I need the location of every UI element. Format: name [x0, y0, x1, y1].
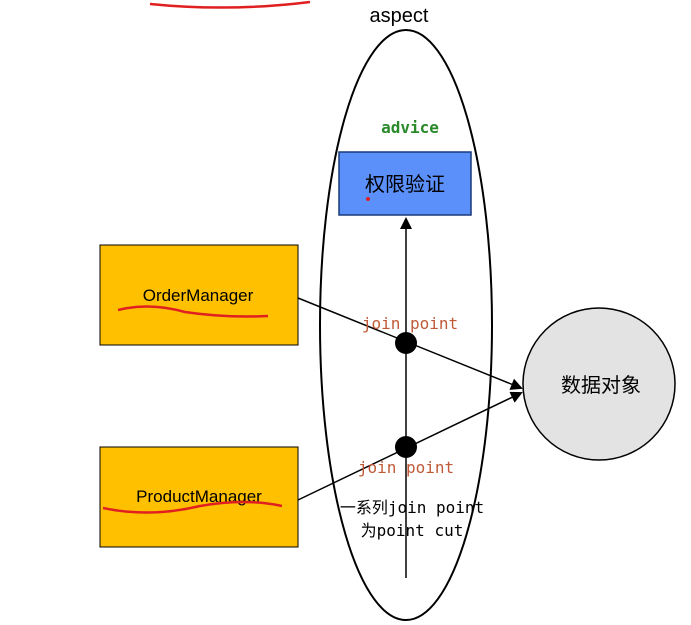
- aspect-label: aspect: [370, 5, 429, 27]
- advice-label: advice: [381, 118, 439, 137]
- top-red-scribble: [149, 0, 311, 9]
- join-point-bottom-label: join point: [358, 458, 454, 477]
- join-point-top-dot: [395, 332, 417, 354]
- order-manager-label: OrderManager: [143, 286, 254, 305]
- pointcut-line-2: 为point cut: [361, 521, 464, 540]
- advice-box-text: 权限验证: [365, 172, 445, 196]
- data-object-label: 数据对象: [561, 373, 641, 397]
- pointcut-line-1: 一系列join point: [340, 498, 484, 517]
- diagram-canvas: aspect advice 权限验证 OrderManager ProductM…: [0, 0, 691, 625]
- join-point-top-label: join point: [362, 314, 458, 333]
- join-point-bottom-dot: [395, 436, 417, 458]
- advice-box-red-mark: [366, 197, 370, 201]
- aop-diagram: aspect advice 权限验证 OrderManager ProductM…: [99, 0, 676, 621]
